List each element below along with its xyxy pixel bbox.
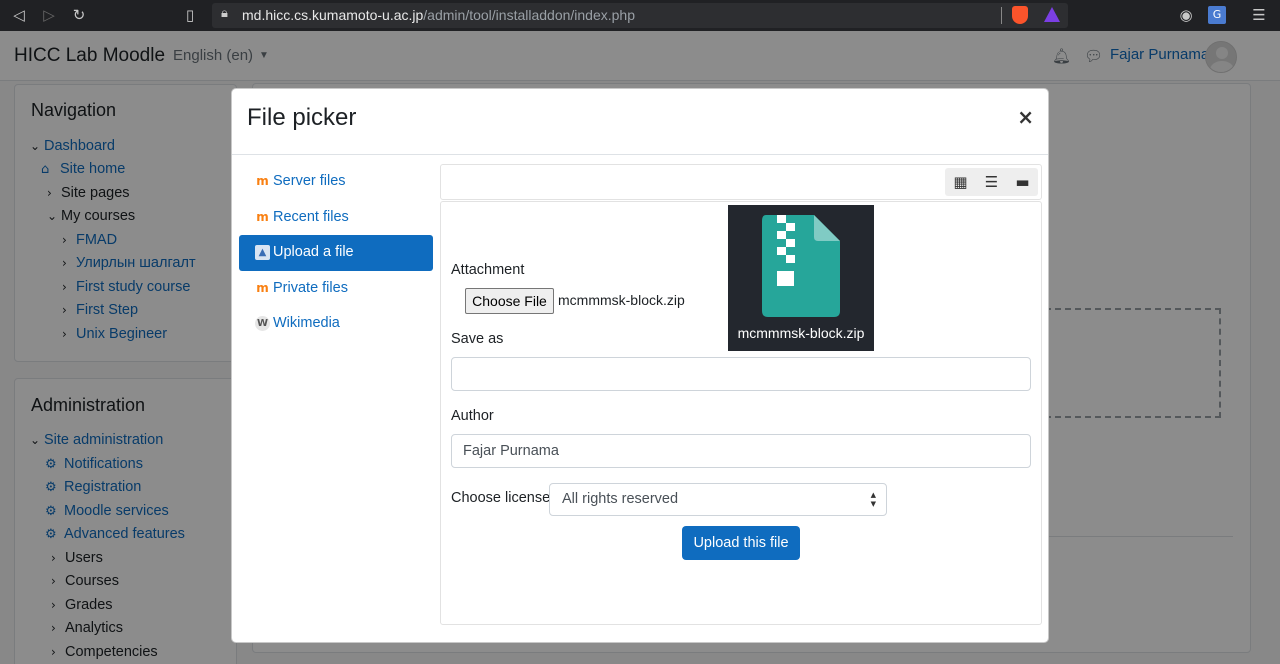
repo-server-files[interactable]: m Server files bbox=[239, 164, 433, 200]
grid-view-icon[interactable]: ▦ bbox=[945, 168, 976, 196]
file-preview: mcmmmsk-block.zip bbox=[728, 205, 874, 351]
moodle-icon: m bbox=[256, 174, 269, 188]
translate-icon[interactable]: G bbox=[1208, 6, 1226, 24]
upload-form: Attachment Choose File mcmmmsk-block.zip… bbox=[440, 201, 1042, 625]
choose-file-button[interactable]: Choose File bbox=[465, 288, 554, 314]
folder-view-icon[interactable]: ▬ bbox=[1007, 168, 1038, 196]
zip-file-icon bbox=[762, 215, 840, 317]
modal-title: File picker bbox=[247, 104, 357, 131]
wikimedia-icon: W bbox=[255, 316, 270, 331]
chosen-file-name: mcmmmsk-block.zip bbox=[558, 292, 685, 308]
bookmark-icon[interactable]: ▯ bbox=[181, 6, 199, 24]
license-select[interactable]: All rights reserved ▲ ▼ bbox=[549, 483, 887, 516]
brave-shield-icon[interactable] bbox=[1012, 6, 1028, 24]
repo-wikimedia[interactable]: W Wikimedia bbox=[239, 306, 433, 342]
moodle-icon: m bbox=[256, 280, 269, 295]
browser-toolbar: ◁ ▷ ↻ ▯ 🔒︎ md.hicc.cs.kumamoto-u.ac.jp/a… bbox=[0, 0, 1280, 31]
close-button[interactable]: × bbox=[1017, 105, 1034, 129]
brave-rewards-icon[interactable] bbox=[1044, 7, 1060, 22]
upload-icon: ▲ bbox=[255, 245, 270, 260]
list-view-icon[interactable]: ☰ bbox=[976, 168, 1007, 196]
forward-icon[interactable]: ▷ bbox=[40, 6, 58, 24]
menu-icon[interactable]: ☰ bbox=[1250, 6, 1268, 24]
url-text: md.hicc.cs.kumamoto-u.ac.jp/admin/tool/i… bbox=[242, 7, 635, 23]
reload-icon[interactable]: ↻ bbox=[70, 6, 88, 24]
author-label: Author bbox=[451, 408, 494, 424]
file-picker-toolbar: ▦ ☰ ▬ bbox=[440, 164, 1042, 200]
lock-icon: 🔒︎ bbox=[221, 6, 228, 21]
url-separator bbox=[1001, 7, 1002, 24]
save-as-input[interactable] bbox=[451, 357, 1031, 391]
preview-file-name: mcmmmsk-block.zip bbox=[737, 325, 865, 341]
moodle-icon: m bbox=[256, 209, 269, 224]
modal-header: File picker × bbox=[232, 89, 1048, 155]
file-picker-dialog: File picker × m Server files m Recent file… bbox=[231, 88, 1049, 643]
repo-upload-a-file[interactable]: ▲ Upload a file bbox=[239, 235, 433, 271]
back-icon[interactable]: ◁ bbox=[10, 6, 28, 24]
author-input[interactable]: Fajar Purnama bbox=[451, 434, 1031, 468]
address-bar[interactable]: 🔒︎ md.hicc.cs.kumamoto-u.ac.jp/admin/too… bbox=[212, 3, 1068, 28]
repo-recent-files[interactable]: m Recent files bbox=[239, 200, 433, 236]
save-as-label: Save as bbox=[451, 331, 504, 347]
repo-private-files[interactable]: m Private files bbox=[239, 271, 433, 307]
view-mode-buttons: ▦ ☰ ▬ bbox=[945, 168, 1038, 196]
license-label: Choose license bbox=[451, 490, 551, 506]
upload-file-button[interactable]: Upload this file bbox=[682, 526, 800, 560]
select-arrows-icon: ▲ ▼ bbox=[870, 491, 876, 508]
attachment-label: Attachment bbox=[451, 262, 525, 278]
repository-list: m Server files m Recent files ▲ Upload a fi… bbox=[239, 164, 433, 342]
media-icon[interactable]: ◉ bbox=[1177, 6, 1195, 24]
